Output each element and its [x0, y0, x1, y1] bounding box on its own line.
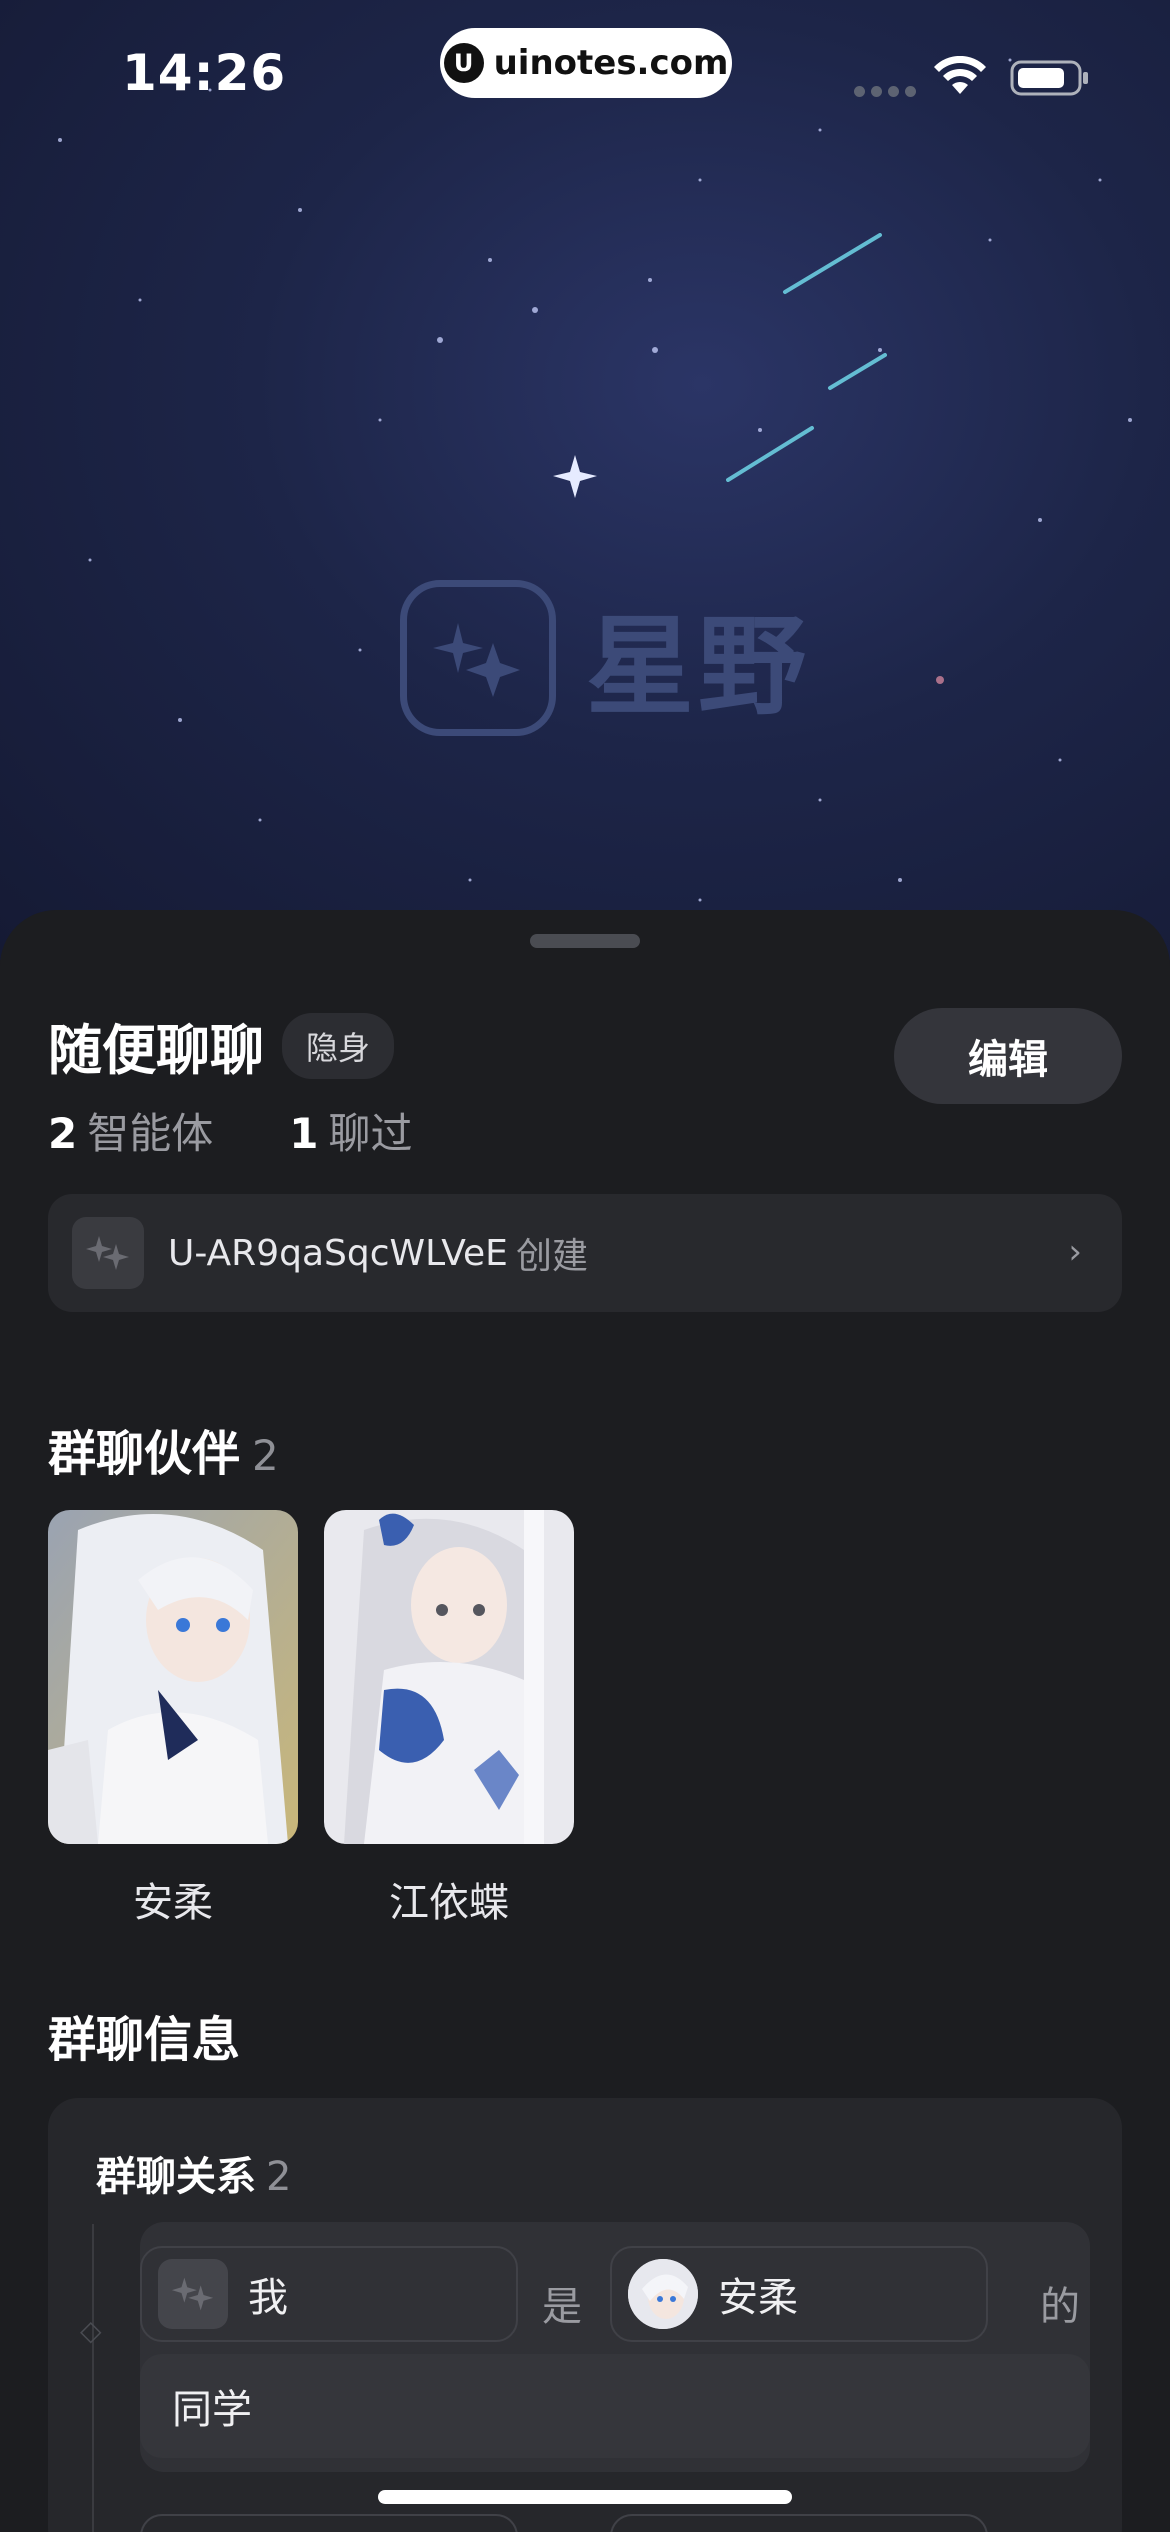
group-detail-sheet: 随便聊聊 隐身 编辑 2 智能体 1 聊过 U-AR9qaSqcWLVeE 创建 ›… — [0, 910, 1170, 2532]
stat-agents-label: 智能体 — [87, 1109, 214, 1158]
member-avatar — [324, 1510, 574, 1844]
uinotes-logo-icon: U — [443, 43, 484, 83]
relation-next-chip[interactable] — [140, 2514, 518, 2532]
relation-is: 是 — [542, 2284, 582, 2330]
relation-object-chip[interactable]: 安柔 — [610, 2246, 988, 2342]
anrou-avatar — [628, 2259, 698, 2329]
user-avatar — [158, 2259, 228, 2329]
status-bar: 14:26 U uinotes.com — [0, 0, 1170, 150]
battery-icon — [1010, 60, 1088, 96]
chevron-right-icon: › — [1068, 1232, 1082, 1272]
partners-title: 群聊伙伴 — [48, 1426, 241, 1482]
stat-agents-num: 2 — [48, 1109, 78, 1158]
stat-chatted-num: 1 — [289, 1109, 319, 1158]
url-text: uinotes.com — [493, 43, 729, 83]
diamond-icon: ◇ — [80, 2314, 102, 2347]
sparkle-icon — [400, 580, 556, 736]
relation-object: 安柔 — [718, 2275, 798, 2321]
creator-suffix: 创建 — [515, 1236, 588, 1277]
member-avatar — [48, 1510, 298, 1844]
edit-button[interactable]: 编辑 — [894, 1008, 1122, 1104]
relation-value[interactable]: 同学 — [140, 2354, 1090, 2458]
status-time: 14:26 — [122, 44, 287, 102]
sparkle-icon — [86, 1236, 129, 1270]
relations-title: 群聊关系 2 — [96, 2144, 291, 2202]
relations-title-text: 群聊关系 — [96, 2154, 256, 2200]
group-stats: 2 智能体 1 聊过 — [48, 1100, 413, 1161]
info-section-title: 群聊信息 — [48, 2012, 241, 2068]
creator-card[interactable]: U-AR9qaSqcWLVeE 创建 › — [48, 1194, 1122, 1312]
invisible-badge: 隐身 — [282, 1012, 395, 1079]
member-name: 江依蝶 — [389, 1880, 509, 1926]
relation-next-chip[interactable] — [610, 2514, 988, 2532]
sheet-grabber[interactable] — [530, 934, 640, 948]
url-pill[interactable]: U uinotes.com — [440, 28, 732, 98]
relations-count: 2 — [266, 2154, 292, 2200]
timeline-line — [92, 2224, 94, 2532]
stat-agents: 2 智能体 — [48, 1100, 213, 1161]
relation-of: 的 — [1040, 2284, 1080, 2330]
cellular-signal-icon — [854, 86, 916, 97]
brand-name: 星野 — [586, 605, 811, 730]
relation-subject-chip[interactable]: 我 — [140, 2246, 518, 2342]
relations-card: 群聊关系 2 ◇ 我 是 安柔 的 同学 — [48, 2098, 1122, 2532]
partners-list: 安柔 江依蝶 — [48, 1510, 574, 1928]
partners-count: 2 — [252, 1431, 279, 1480]
home-indicator[interactable] — [378, 2490, 792, 2504]
stat-chatted-label: 聊过 — [328, 1109, 413, 1158]
member-card-jiangyidie[interactable]: 江依蝶 — [324, 1510, 574, 1928]
wifi-icon — [934, 56, 986, 94]
creator-id: U-AR9qaSqcWLVeE — [168, 1232, 508, 1274]
group-title: 随便聊聊 — [48, 1019, 264, 1082]
member-card-anrou[interactable]: 安柔 — [48, 1510, 298, 1928]
sparkle-icon — [171, 2277, 214, 2311]
stat-chatted: 1 聊过 — [289, 1100, 412, 1161]
title-row: 随便聊聊 隐身 — [48, 1006, 395, 1085]
member-name: 安柔 — [133, 1880, 213, 1926]
creator-avatar — [72, 1217, 144, 1289]
relation-item[interactable]: 我 是 安柔 的 同学 — [140, 2222, 1090, 2472]
brand-logo: 星野 — [400, 580, 810, 736]
relation-subject: 我 — [248, 2275, 288, 2321]
partners-section-title: 群聊伙伴 2 — [48, 1414, 279, 1484]
